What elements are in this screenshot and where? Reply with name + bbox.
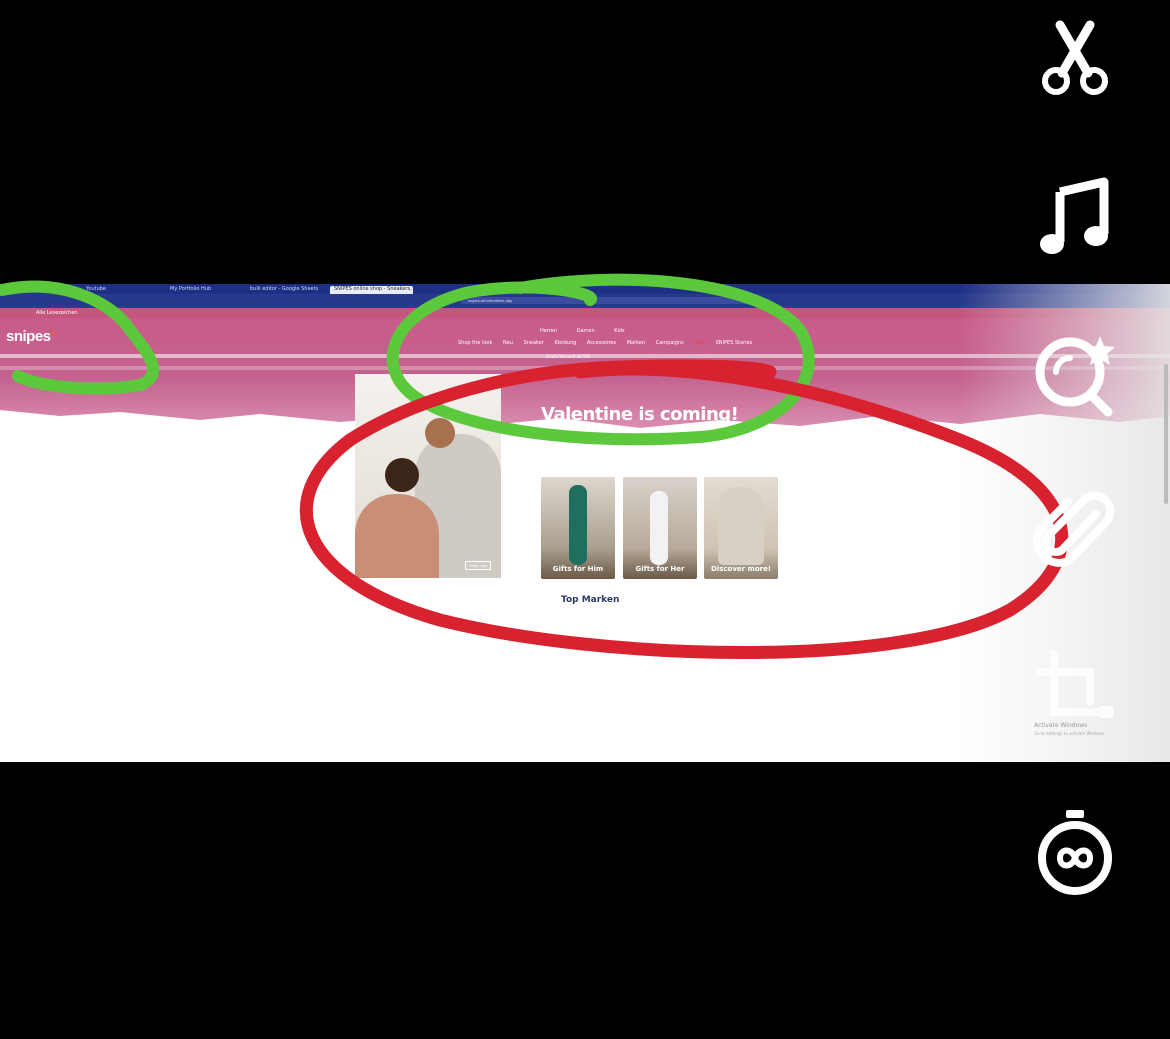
attach-tool[interactable] bbox=[1030, 490, 1120, 580]
nav-item-herren[interactable]: Herren bbox=[540, 328, 557, 334]
logo-dot: ● bbox=[50, 328, 56, 337]
gift-card-her[interactable]: Gifts for Her bbox=[623, 477, 697, 579]
shop-now-button[interactable]: Shop now bbox=[541, 444, 587, 456]
scissors-icon bbox=[1042, 20, 1108, 95]
scissors-tool[interactable] bbox=[1030, 15, 1120, 105]
hero-image-button[interactable]: Shop now bbox=[465, 561, 491, 570]
nav-item[interactable]: Sneaker bbox=[524, 340, 544, 346]
gift-card-him[interactable]: Gifts for Him bbox=[541, 477, 615, 579]
music-tool[interactable] bbox=[1030, 172, 1120, 262]
model-figure bbox=[569, 485, 587, 565]
nav-item[interactable]: Campaigns bbox=[656, 340, 684, 346]
browser-tab[interactable]: bulk editor - Google Sheets bbox=[250, 286, 318, 294]
card-caption: Discover more! bbox=[710, 565, 772, 573]
card-caption: Gifts for Him bbox=[552, 565, 604, 573]
crop-tool[interactable] bbox=[1030, 648, 1120, 738]
timer-icon bbox=[1038, 810, 1112, 895]
snipes-logo[interactable]: snipes● bbox=[6, 328, 55, 345]
nav-item-damen[interactable]: Damen bbox=[577, 328, 595, 334]
timer-tool[interactable] bbox=[1030, 808, 1120, 898]
hero-headline: Valentine is coming! bbox=[541, 404, 739, 425]
browser-tab[interactable]: Youtube bbox=[86, 286, 106, 294]
page-scrollbar[interactable] bbox=[1164, 364, 1168, 504]
nav-item[interactable]: Marken bbox=[627, 340, 645, 346]
person-head bbox=[385, 458, 419, 492]
music-note-icon bbox=[1040, 177, 1109, 254]
section-title: Top Marken bbox=[561, 595, 620, 605]
nav-item[interactable]: Shop the look bbox=[458, 340, 492, 346]
nav-item[interactable]: SNIPES Stories bbox=[716, 340, 753, 346]
crop-icon bbox=[1036, 650, 1114, 718]
card-caption: Gifts for Her bbox=[635, 565, 685, 573]
person-figure bbox=[355, 494, 439, 578]
person-head bbox=[425, 418, 455, 448]
model-figure bbox=[650, 491, 668, 565]
promo-subline: Gratis Versand ab 50€ bbox=[546, 354, 591, 359]
nav-item[interactable]: Kleidung bbox=[555, 340, 577, 346]
top-nav: Herren Damen Kids bbox=[540, 328, 643, 334]
logo-text: snipes bbox=[6, 328, 51, 345]
browser-tab[interactable]: My Portfolio Hub bbox=[170, 286, 211, 294]
bookmark-item[interactable]: Alle Lesezeichen bbox=[36, 310, 78, 316]
nav-item[interactable]: Accessoires bbox=[587, 340, 616, 346]
hero-couple-image[interactable]: Shop now bbox=[355, 374, 501, 578]
nav-item-sale[interactable]: Sale bbox=[694, 340, 705, 346]
address-text: snipes.de/valentines-day bbox=[468, 298, 513, 303]
sticker-search-icon bbox=[1035, 336, 1115, 417]
hoodie-figure bbox=[718, 487, 764, 565]
paperclip-icon bbox=[1033, 491, 1115, 567]
sticker-search-tool[interactable] bbox=[1030, 330, 1120, 420]
browser-tab-active[interactable]: SNIPES online shop - Sneakers, S... bbox=[330, 286, 413, 294]
screenshot: Youtube My Portfolio Hub bulk editor - G… bbox=[0, 284, 1170, 762]
address-bar[interactable]: snipes.de/valentines-day bbox=[460, 297, 760, 304]
discover-more-card[interactable]: Discover more! bbox=[704, 477, 778, 579]
main-nav: Shop the look Neu Sneaker Kleidung Acces… bbox=[458, 340, 761, 346]
nav-item[interactable]: Neu bbox=[503, 340, 513, 346]
nav-item-kids[interactable]: Kids bbox=[614, 328, 624, 334]
